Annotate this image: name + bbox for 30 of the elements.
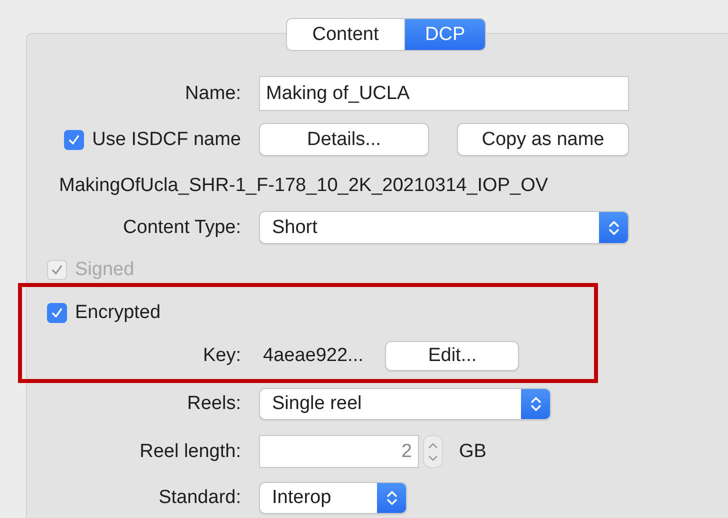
content-type-dropdown[interactable]: Short	[259, 211, 629, 244]
isdcf-name: MakingOfUcla_SHR-1_F-178_10_2K_20210314_IOP_OV	[59, 175, 548, 197]
field-label: Content Type:	[122, 216, 242, 238]
checkbox-label: Use ISDCF name	[92, 128, 241, 150]
tab[interactable]: Content	[287, 19, 405, 50]
field-label: Reel length:	[138, 440, 242, 462]
chevrons-icon	[530, 394, 542, 414]
checkbox[interactable]	[47, 303, 67, 323]
check-icon	[67, 132, 82, 146]
edit-button[interactable]: Edit...	[385, 341, 520, 371]
field-label: Reels:	[186, 393, 242, 415]
details-button[interactable]: Details...	[259, 123, 429, 156]
field-label: Standard:	[158, 487, 242, 509]
name-field[interactable]: Making of_UCLA	[259, 76, 629, 111]
check-icon	[50, 263, 64, 277]
tab[interactable]: DCP	[405, 19, 486, 50]
checkbox-label: Signed	[75, 259, 134, 281]
chevrons-icon	[386, 488, 398, 508]
field-label: Key:	[202, 345, 242, 367]
reels-dropdown[interactable]: Single reel	[259, 388, 551, 420]
copy-name-button[interactable]: Copy as name	[457, 123, 629, 156]
standard-dropdown[interactable]: Interop	[259, 482, 407, 514]
key-value: 4aeae922...	[263, 345, 364, 367]
checkbox-label: Encrypted	[75, 302, 161, 324]
check-icon	[50, 306, 64, 320]
unit-label: GB	[459, 440, 486, 462]
checkbox[interactable]	[64, 130, 84, 150]
reel-length-field[interactable]: 2	[259, 435, 419, 468]
stepper[interactable]	[423, 435, 443, 468]
field-label: Name:	[184, 82, 242, 104]
